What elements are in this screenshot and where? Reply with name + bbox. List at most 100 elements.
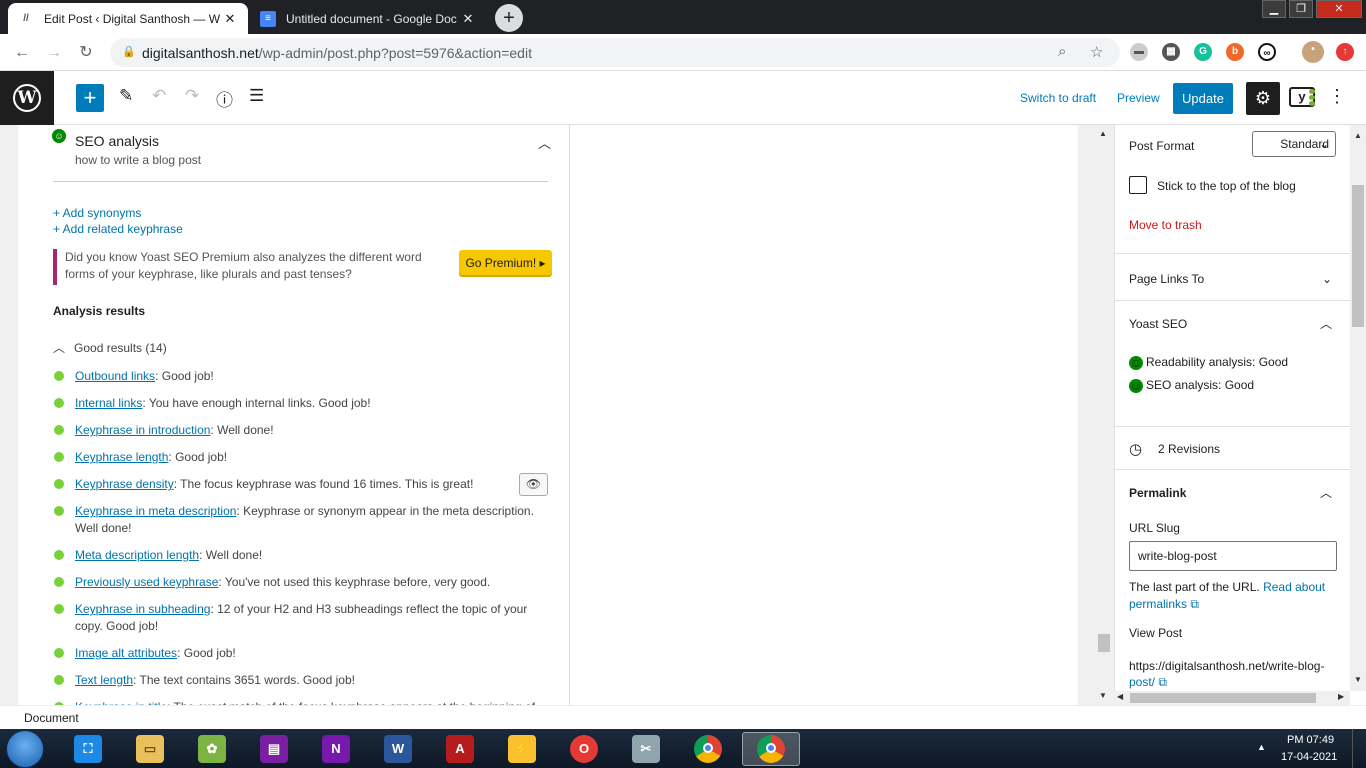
forward-arrow-icon[interactable]: →: [42, 41, 66, 65]
scroll-down-arrow-icon[interactable]: ▼: [1354, 675, 1362, 684]
eye-highlight-icon[interactable]: 👁: [519, 473, 548, 496]
zoom-icon[interactable]: ⌕: [1058, 43, 1066, 60]
details-info-icon[interactable]: ⓘ: [216, 86, 233, 111]
redo-icon[interactable]: ↷: [185, 86, 199, 106]
update-badge-icon[interactable]: ↑: [1336, 43, 1354, 61]
scroll-down-arrow-icon[interactable]: ▼: [1099, 691, 1107, 700]
scroll-thumb[interactable]: [1130, 693, 1316, 703]
result-link[interactable]: Keyphrase length: [75, 450, 168, 464]
new-tab-button[interactable]: +: [495, 4, 523, 32]
extension-loop-icon[interactable]: ∞: [1258, 43, 1276, 61]
taskbar-opera[interactable]: O: [558, 732, 610, 766]
taskbar-onenote[interactable]: N: [310, 732, 362, 766]
reload-icon[interactable]: ↻: [74, 41, 98, 65]
add-related-keyphrase-link[interactable]: + Add related keyphrase: [53, 222, 183, 236]
result-link[interactable]: Image alt attributes: [75, 646, 177, 660]
read-about-link[interactable]: Read about: [1263, 580, 1325, 594]
taskbar-chrome-active[interactable]: [742, 732, 800, 766]
omnibox[interactable]: 🔒 digitalsanthosh.net/wp-admin/post.php?…: [110, 38, 1120, 67]
tray-expand-icon[interactable]: ▲: [1257, 742, 1266, 752]
taskbar-acrobat[interactable]: A: [434, 732, 486, 766]
seo-analysis-title[interactable]: SEO analysis: [75, 133, 159, 149]
view-post-url-link[interactable]: https://digitalsanthosh.net/write-blog-: [1129, 659, 1324, 673]
view-post-url-link-2[interactable]: post/ ⧉: [1129, 675, 1167, 690]
start-button[interactable]: [6, 730, 44, 768]
post-format-select[interactable]: Standard ⌄: [1252, 131, 1336, 157]
result-link[interactable]: Meta description length: [75, 548, 199, 562]
list-view-icon[interactable]: ☰: [249, 86, 264, 106]
taskbar-snipping-tool[interactable]: ✂: [620, 732, 672, 766]
clock-time[interactable]: PM 07:49: [1287, 734, 1334, 746]
sidebar-scrollbar[interactable]: ▲ ▼: [1350, 125, 1366, 691]
readability-analysis[interactable]: Readability analysis: Good: [1146, 355, 1288, 369]
chevron-up-icon[interactable]: ︿: [1320, 484, 1332, 501]
switch-to-draft-button[interactable]: Switch to draft: [1020, 91, 1096, 105]
tab-edit-post[interactable]: // Edit Post ‹ Digital Santhosh — W ✕: [8, 3, 248, 34]
restore-button[interactable]: ❐: [1289, 0, 1313, 18]
taskbar-chrome[interactable]: [682, 732, 734, 766]
preview-button[interactable]: Preview: [1117, 91, 1160, 105]
qr-extension-icon[interactable]: ▦: [1162, 43, 1180, 61]
scroll-up-arrow-icon[interactable]: ▲: [1354, 131, 1362, 140]
yoast-seo-toggle[interactable]: Yoast SEO: [1129, 317, 1187, 331]
settings-gear-icon[interactable]: ⚙: [1246, 82, 1280, 115]
page-links-to-toggle[interactable]: Page Links To: [1129, 272, 1204, 286]
extension-b-icon[interactable]: b: [1226, 43, 1244, 61]
result-link[interactable]: Internal links: [75, 396, 142, 410]
update-button[interactable]: Update: [1173, 83, 1233, 114]
pencil-tools-icon[interactable]: ✎: [119, 86, 133, 106]
chevron-up-icon[interactable]: ︿: [538, 133, 551, 152]
taskbar-screen-capture[interactable]: ⛶: [62, 732, 114, 766]
bookmark-star-icon[interactable]: ☆: [1090, 43, 1103, 61]
breadcrumb-document[interactable]: Document: [24, 711, 79, 725]
result-link[interactable]: Outbound links: [75, 369, 155, 383]
result-link[interactable]: Keyphrase in subheading: [75, 602, 210, 616]
close-tab-icon[interactable]: ✕: [460, 11, 476, 27]
window-close-button[interactable]: ✕: [1316, 0, 1362, 18]
url-slug-input[interactable]: [1129, 541, 1337, 571]
clock-date[interactable]: 17-04-2021: [1281, 751, 1337, 763]
close-tab-icon[interactable]: ✕: [222, 11, 238, 27]
go-premium-button[interactable]: Go Premium! ▸: [459, 250, 552, 275]
scroll-thumb[interactable]: [1352, 185, 1364, 327]
editor-scrollbar[interactable]: ▲ ▼: [1078, 125, 1114, 705]
taskbar-file-explorer[interactable]: ▭: [124, 732, 176, 766]
extension-icon[interactable]: ▬: [1130, 43, 1148, 61]
revisions-link[interactable]: 2 Revisions: [1158, 442, 1220, 456]
chevron-down-icon[interactable]: ⌄: [1322, 272, 1332, 286]
result-link[interactable]: Keyphrase density: [75, 477, 174, 491]
undo-icon[interactable]: ↶: [152, 86, 166, 106]
result-link[interactable]: Text length: [75, 673, 133, 687]
add-synonyms-link[interactable]: + Add synonyms: [53, 206, 141, 220]
taskbar-word[interactable]: W: [372, 732, 424, 766]
sidebar-horizontal-scrollbar[interactable]: ◀ ▶: [1114, 691, 1350, 705]
stick-to-top-checkbox[interactable]: [1129, 176, 1147, 194]
grammarly-icon[interactable]: G: [1194, 43, 1212, 61]
profile-avatar[interactable]: •: [1302, 41, 1324, 63]
move-to-trash-link[interactable]: Move to trash: [1129, 218, 1202, 232]
result-link[interactable]: Keyphrase in introduction: [75, 423, 210, 437]
minimize-button[interactable]: ▁: [1262, 0, 1286, 18]
more-options-icon[interactable]: ⋮: [1328, 86, 1346, 107]
seo-analysis-status[interactable]: SEO analysis: Good: [1146, 378, 1254, 392]
scroll-left-arrow-icon[interactable]: ◀: [1117, 692, 1123, 701]
taskbar-gimp[interactable]: ✿: [186, 732, 238, 766]
permalink-toggle[interactable]: Permalink: [1129, 486, 1186, 500]
result-link[interactable]: Keyphrase in meta description: [75, 504, 236, 518]
chevron-up-icon[interactable]: ︿: [1320, 315, 1332, 332]
add-block-button[interactable]: +: [76, 84, 104, 112]
scroll-right-arrow-icon[interactable]: ▶: [1338, 692, 1344, 701]
scroll-thumb[interactable]: [1098, 634, 1110, 652]
back-arrow-icon[interactable]: ←: [10, 41, 34, 65]
taskbar-pdf-tool[interactable]: ⚡: [496, 732, 548, 766]
taskbar-winrar[interactable]: ▤: [248, 732, 300, 766]
result-link[interactable]: Previously used keyphrase: [75, 575, 218, 589]
permalinks-link[interactable]: permalinks ⧉: [1129, 597, 1199, 612]
good-results-toggle[interactable]: ︿ Good results (14): [53, 339, 167, 356]
show-desktop-button[interactable]: [1352, 729, 1366, 768]
tab-google-doc[interactable]: ≡ Untitled document - Google Doc ✕: [250, 3, 486, 34]
editor-canvas[interactable]: [571, 125, 1078, 705]
stick-to-top-label[interactable]: Stick to the top of the blog: [1157, 179, 1296, 193]
scroll-up-arrow-icon[interactable]: ▲: [1099, 129, 1107, 138]
url-text[interactable]: digitalsanthosh.net/wp-admin/post.php?po…: [142, 45, 532, 61]
